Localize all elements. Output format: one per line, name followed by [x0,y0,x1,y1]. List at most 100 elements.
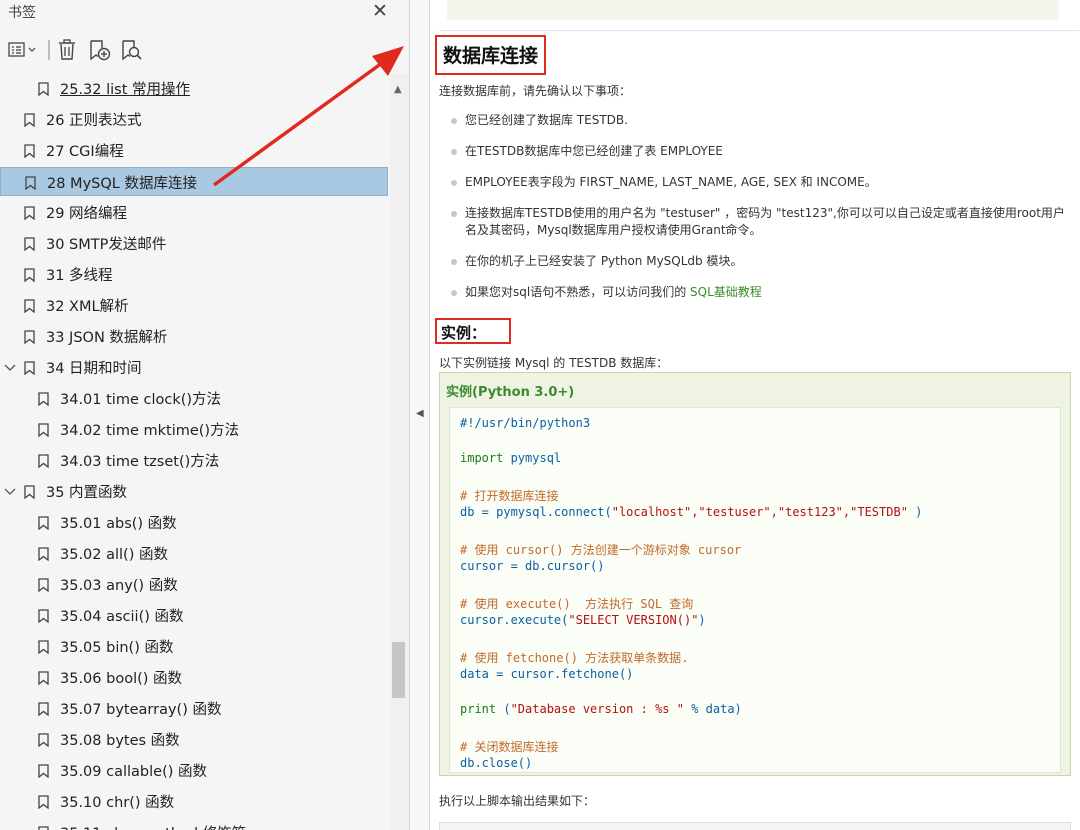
bookmark-item[interactable]: 34.02 time mktime()方法 [0,415,388,444]
sql-tutorial-link[interactable]: SQL基础教程 [690,285,762,299]
bookmark-item[interactable]: 35.09 callable() 函数 [0,756,388,785]
bookmark-item[interactable]: 35.04 ascii() 函数 [0,601,388,630]
list-item: EMPLOYEE表字段为 FIRST_NAME, LAST_NAME, AGE,… [451,174,1071,191]
code-line: # 打开数据库连接 [460,489,559,503]
bookmark-label: 35.11 classmethod 修饰符 [60,822,246,830]
find-bookmark-icon[interactable] [120,38,144,62]
bookmark-item[interactable]: 35 内置函数 [0,477,388,506]
example-intro: 以下实例链接 Mysql 的 TESTDB 数据库： [439,356,669,370]
bookmarks-header: 书签 ✕ [0,0,410,28]
section-heading: 实例： [435,318,511,344]
bookmark-label: 29 网络编程 [46,206,128,222]
code-line: db.close() [460,756,533,770]
code-line: # 使用 cursor() 方法创建一个游标对象 cursor [460,543,742,557]
bookmark-icon [24,298,35,314]
bookmark-label: 27 CGI编程 [46,144,124,160]
bookmark-icon [38,453,49,469]
bookmarks-tree: 25.32 list 常用操作 26 正则表达式 27 CGI编程 28 MySQL … [0,74,390,830]
close-icon[interactable]: ✕ [370,0,390,22]
bookmark-icon [38,794,49,810]
list-item-text: 如果您对sql语句不熟悉，可以访问我们的 [465,285,691,299]
bookmark-item[interactable]: 35.08 bytes 函数 [0,725,388,754]
bookmark-item[interactable]: 35.07 bytearray() 函数 [0,694,388,723]
bookmark-label: 35.01 abs() 函数 [60,516,177,532]
app-window: 书签 ✕ 25.32 list 常用操作 26 正则表达式 27 CGI编程 2… [0,0,1080,830]
bookmark-icon [38,825,49,830]
chevron-down-icon[interactable] [4,483,16,495]
bookmark-label: 28 MySQL 数据库连接 [47,176,197,192]
bookmark-item[interactable]: 28 MySQL 数据库连接 [0,167,388,196]
output-block [439,822,1071,830]
bookmark-icon [24,236,35,252]
bookmark-icon [38,763,49,779]
bookmark-item[interactable]: 34 日期和时间 [0,353,388,382]
bookmark-icon [38,670,49,686]
bookmark-label: 30 SMTP发送邮件 [46,237,167,253]
bookmark-item[interactable]: 31 多线程 [0,260,388,289]
bookmark-icon [38,701,49,717]
list-item: 如果您对sql语句不熟悉，可以访问我们的 SQL基础教程 [451,284,1071,301]
chevron-down-icon[interactable] [4,359,16,371]
bookmark-icon [24,267,35,283]
bookmark-icon [38,546,49,562]
bookmark-label: 34.02 time mktime()方法 [60,423,240,439]
bookmark-icon [25,175,36,191]
bookmark-icon [38,515,49,531]
code-line: print ("Database version : %s " % data) [460,702,742,716]
list-item: 在TESTDB数据库中您已经创建了表 EMPLOYEE [451,143,1071,160]
bookmark-label: 34.03 time tzset()方法 [60,454,220,470]
bookmark-label: 35.03 any() 函数 [60,578,178,594]
bookmark-label: 26 正则表达式 [46,113,142,129]
bookmark-icon [38,81,49,97]
bookmark-item[interactable]: 33 JSON 数据解析 [0,322,388,351]
code-line: # 使用 execute() 方法执行 SQL 查询 [460,597,694,611]
bookmark-item[interactable]: 35.05 bin() 函数 [0,632,388,661]
bookmark-label: 32 XML解析 [46,299,129,315]
bookmark-item[interactable]: 35.06 bool() 函数 [0,663,388,692]
bookmark-icon [38,608,49,624]
bookmark-item[interactable]: 35.02 all() 函数 [0,539,388,568]
bookmark-item[interactable]: 35.03 any() 函数 [0,570,388,599]
bookmark-item[interactable]: 25.32 list 常用操作 [0,74,388,103]
bookmark-label: 35.08 bytes 函数 [60,733,180,749]
bookmark-item[interactable]: 29 网络编程 [0,198,388,227]
bookmarks-title: 书签 [8,5,36,21]
code-block[interactable]: #!/usr/bin/python3 import pymysql # 打开数据… [449,407,1061,773]
bookmark-item[interactable]: 26 正则表达式 [0,105,388,134]
previous-code-block [447,0,1059,20]
bookmark-label: 35.07 bytearray() 函数 [60,702,222,718]
bookmark-item[interactable]: 35.11 classmethod 修饰符 [0,818,388,830]
bookmark-item[interactable]: 34.01 time clock()方法 [0,384,388,413]
bookmark-item[interactable]: 34.03 time tzset()方法 [0,446,388,475]
bookmark-icon [24,112,35,128]
panel-splitter[interactable]: ◀ [410,0,430,830]
list-item: 您已经创建了数据库 TESTDB. [451,112,1071,129]
bookmark-icon [24,484,35,500]
bookmark-icon [24,360,35,376]
bookmark-item[interactable]: 30 SMTP发送邮件 [0,229,388,258]
page-heading: 数据库连接 [435,35,547,75]
example-title: 实例(Python 3.0+) [446,385,575,400]
bookmark-item[interactable]: 27 CGI编程 [0,136,388,165]
bookmark-label: 35.06 bool() 函数 [60,671,183,687]
bookmark-label: 35 内置函数 [46,485,128,501]
result-intro: 执行以上脚本输出结果如下： [439,794,596,808]
collapse-arrow-icon[interactable]: ◀ [416,408,424,419]
bookmark-item[interactable]: 35.10 chr() 函数 [0,787,388,816]
toolbar-divider [48,40,50,60]
bookmark-item[interactable]: 32 XML解析 [0,291,388,320]
code-line: cursor = db.cursor() [460,559,605,573]
add-bookmark-icon[interactable] [88,38,112,62]
bookmark-label: 35.04 ascii() 函数 [60,609,184,625]
trash-icon[interactable] [56,38,78,62]
bookmark-label: 34 日期和时间 [46,361,142,377]
scrollbar-thumb[interactable] [392,642,405,698]
list-options-icon[interactable] [8,38,44,62]
scroll-up-icon[interactable]: ▲ [394,84,402,95]
bookmarks-scrollbar[interactable]: ▲ [390,74,409,830]
document-page: 数据库连接 连接数据库前，请先确认以下事项： 您已经创建了数据库 TESTDB.… [431,0,1080,830]
bookmark-item[interactable]: 35.01 abs() 函数 [0,508,388,537]
bookmark-icon [38,639,49,655]
code-line: # 关闭数据库连接 [460,740,559,754]
bookmark-icon [38,422,49,438]
